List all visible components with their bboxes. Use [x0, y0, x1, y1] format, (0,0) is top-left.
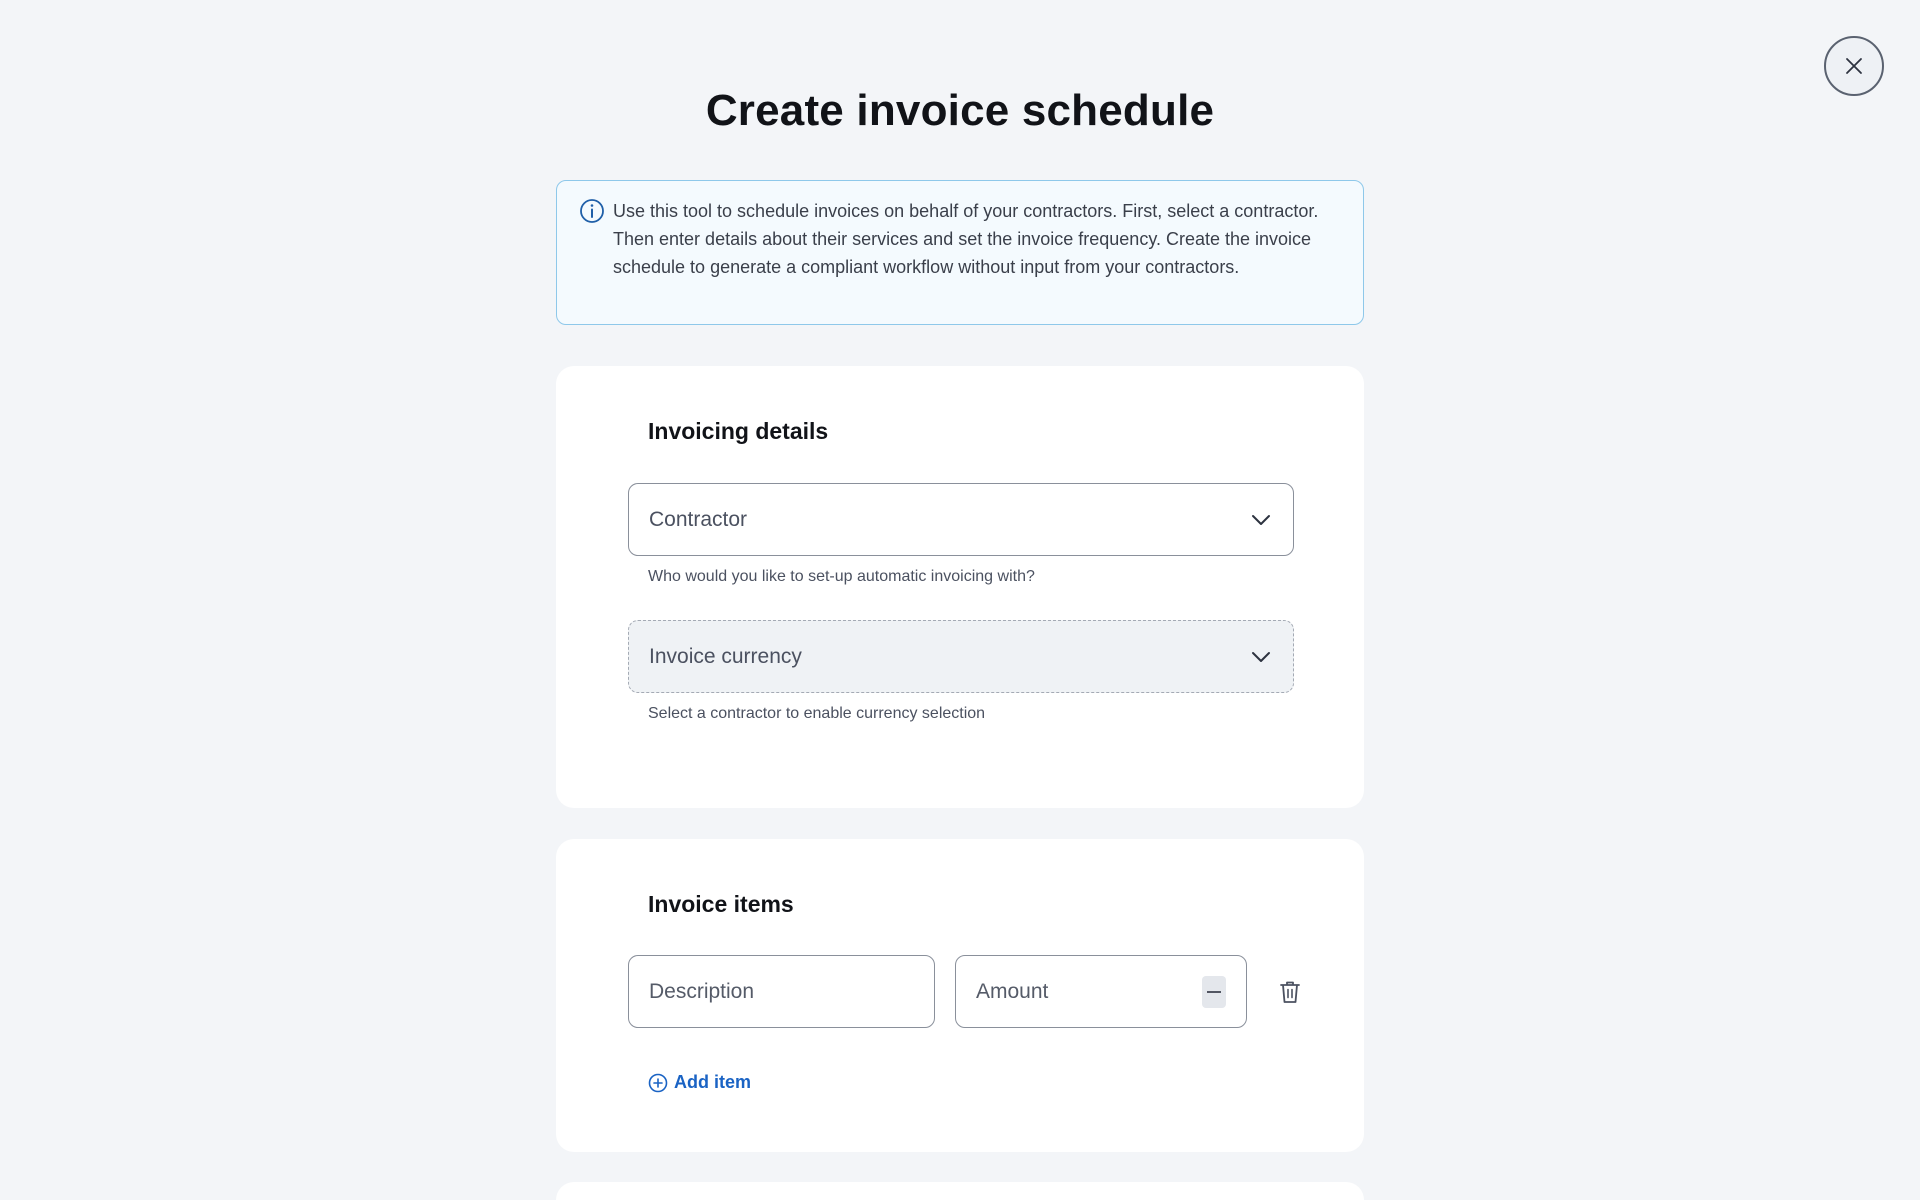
create-invoice-schedule-page: Create invoice schedule Use this tool to…	[0, 0, 1920, 1200]
invoice-currency-helper-text: Select a contractor to enable currency s…	[648, 705, 986, 722]
trash-icon[interactable]	[1278, 979, 1302, 1005]
chevron-down-icon	[1252, 514, 1270, 525]
description-input[interactable]: Description	[628, 955, 935, 1028]
contractor-select[interactable]: Contractor	[628, 483, 1294, 556]
contractor-select-placeholder: Contractor	[649, 507, 748, 531]
invoicing-details-card: Invoicing details Contractor Who would y…	[556, 366, 1364, 808]
info-banner-text: Use this tool to schedule invoices on be…	[613, 201, 1319, 277]
amount-input[interactable]: Amount	[955, 955, 1247, 1028]
info-banner: Use this tool to schedule invoices on be…	[556, 180, 1364, 325]
add-item-label: Add item	[674, 1072, 752, 1092]
info-icon	[580, 199, 604, 223]
invoice-items-heading: Invoice items	[648, 891, 794, 917]
next-section-card	[556, 1182, 1364, 1200]
description-placeholder: Description	[649, 979, 755, 1003]
chevron-down-icon	[1252, 651, 1270, 662]
minus-icon	[1207, 990, 1221, 993]
invoicing-details-heading: Invoicing details	[648, 418, 829, 444]
close-icon	[1846, 58, 1862, 74]
contractor-helper-text: Who would you like to set-up automatic i…	[648, 568, 1035, 585]
amount-placeholder: Amount	[976, 979, 1049, 1003]
plus-circle-icon	[648, 1073, 668, 1092]
invoice-currency-select[interactable]: Invoice currency	[628, 620, 1294, 693]
invoice-items-card: Invoice items Description Amount Add ite	[556, 839, 1364, 1152]
amount-minus-button[interactable]	[1202, 975, 1226, 1008]
invoice-currency-placeholder: Invoice currency	[649, 644, 802, 668]
add-item-button[interactable]: Add item	[648, 1072, 751, 1093]
page-title: Create invoice schedule	[705, 86, 1215, 135]
